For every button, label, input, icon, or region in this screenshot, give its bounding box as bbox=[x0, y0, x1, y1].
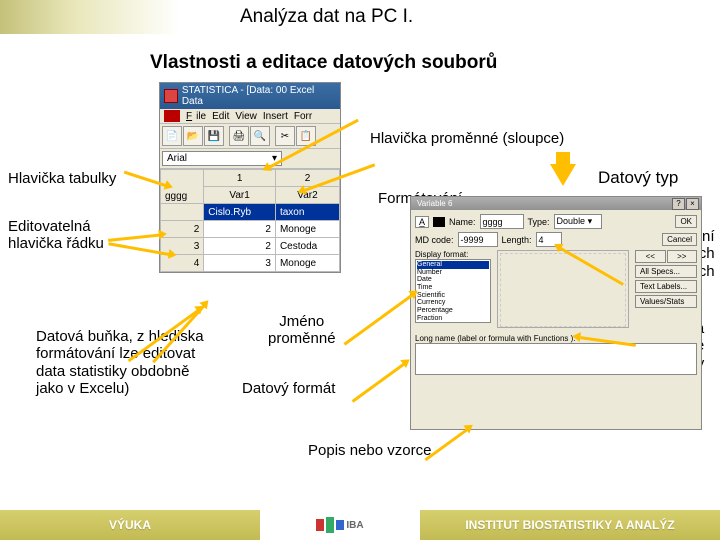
cell[interactable]: Monoge bbox=[275, 255, 339, 272]
md-input[interactable]: -9999 bbox=[458, 232, 498, 247]
font-row: Arial ▾ bbox=[160, 149, 340, 169]
new-button[interactable]: 📄 bbox=[162, 126, 182, 146]
dialog-title-bar: Variable 6 ? × bbox=[411, 197, 701, 210]
cell[interactable]: taxon bbox=[275, 204, 339, 221]
page-title-bar: Analýza dat na PC I. bbox=[0, 0, 720, 34]
long-name-label: Long name (label or formula with Functio… bbox=[415, 334, 697, 343]
format-option[interactable]: Fraction bbox=[417, 315, 489, 323]
variable-dialog: Variable 6 ? × A̲ Name: gggg Type: Doubl… bbox=[410, 196, 702, 430]
footer-right: INSTITUT BIOSTATISTIKY A ANALÝZ bbox=[420, 510, 720, 540]
app-icon bbox=[164, 89, 178, 103]
label-datovy-format: Datový formát bbox=[242, 380, 335, 397]
next-button[interactable]: >> bbox=[667, 250, 698, 263]
label-datova-bunka: Datová buňka, z hlediska formátování lze… bbox=[36, 328, 204, 397]
all-specs-button[interactable]: All Specs... bbox=[635, 265, 697, 278]
label-hlavicka-tabulky: Hlavička tabulky bbox=[8, 170, 116, 187]
cancel-button[interactable]: Cancel bbox=[662, 233, 697, 246]
label-jmeno-promenne: Jméno proměnné bbox=[268, 313, 336, 348]
menu-format[interactable]: Forr bbox=[292, 111, 314, 122]
format-option[interactable]: Currency bbox=[417, 299, 489, 307]
preview-button[interactable]: 🔍 bbox=[250, 126, 270, 146]
cell[interactable]: 3 bbox=[204, 255, 276, 272]
dialog-title: Variable 6 bbox=[413, 199, 452, 208]
format-option[interactable]: Percentage bbox=[417, 307, 489, 315]
arrow-icon bbox=[424, 426, 471, 461]
table-row: Cislo.Ryb taxon bbox=[161, 204, 340, 221]
content-area: Hlavička proměnné (sloupce) Hlavička tab… bbox=[0, 80, 720, 500]
format-option[interactable]: General bbox=[417, 261, 489, 269]
cell[interactable]: Cislo.Ryb bbox=[204, 204, 276, 221]
table-row: 2 2 Monoge bbox=[161, 221, 340, 238]
menu-insert[interactable]: Insert bbox=[261, 111, 290, 122]
label-datovy-typ: Datový typ bbox=[598, 168, 678, 188]
menu-bar[interactable]: File Edit View Insert Forr bbox=[160, 109, 340, 124]
text-labels-button[interactable]: Text Labels... bbox=[635, 280, 697, 293]
name-input[interactable]: gggg bbox=[480, 214, 524, 229]
label-editovatelna-hlavicka: Editovatelná hlavička řádku bbox=[8, 218, 104, 253]
ok-button[interactable]: OK bbox=[675, 215, 697, 228]
menu-view[interactable]: View bbox=[233, 111, 259, 122]
label-hlavicka-sloupce: Hlavička proměnné (sloupce) bbox=[370, 130, 564, 147]
window-title: STATISTICA - [Data: 00 Excel Data bbox=[182, 85, 336, 107]
menu-file[interactable]: File bbox=[184, 111, 208, 122]
format-option[interactable]: Number bbox=[417, 269, 489, 277]
doc-icon bbox=[164, 110, 180, 122]
statistica-window: STATISTICA - [Data: 00 Excel Data File E… bbox=[159, 82, 341, 273]
cell[interactable]: Cestoda bbox=[275, 238, 339, 255]
arrow-down-icon bbox=[550, 164, 576, 186]
table-row: 4 3 Monoge bbox=[161, 255, 340, 272]
arrow-icon bbox=[344, 291, 417, 345]
iba-logo: IBA bbox=[316, 517, 363, 533]
display-format-label: Display format: bbox=[415, 250, 491, 259]
window-title-bar: STATISTICA - [Data: 00 Excel Data bbox=[160, 83, 340, 109]
cut-button[interactable]: ✂ bbox=[275, 126, 295, 146]
cell[interactable]: 2 bbox=[204, 221, 276, 238]
format-option[interactable]: Scientific bbox=[417, 292, 489, 300]
label-popis-vzorce: Popis nebo vzorce bbox=[308, 442, 431, 459]
col-name-1[interactable]: Var1 bbox=[204, 187, 276, 204]
format-option[interactable]: Time bbox=[417, 284, 489, 292]
values-stats-button[interactable]: Values/Stats bbox=[635, 295, 697, 308]
row-header[interactable] bbox=[161, 204, 204, 221]
long-name-input[interactable] bbox=[415, 343, 697, 375]
type-input[interactable]: Double ▾ bbox=[554, 214, 602, 229]
page-title: Analýza dat na PC I. bbox=[240, 6, 413, 28]
footer-logo-area: IBA bbox=[260, 510, 420, 540]
footer-left: VÝUKA bbox=[0, 510, 260, 540]
page-subtitle: Vlastnosti a editace datových souborů bbox=[150, 52, 720, 74]
menu-edit[interactable]: Edit bbox=[210, 111, 231, 122]
close-button[interactable]: × bbox=[686, 198, 699, 210]
prev-button[interactable]: << bbox=[635, 250, 666, 263]
cell[interactable]: 2 bbox=[204, 238, 276, 255]
help-button[interactable]: ? bbox=[672, 198, 685, 210]
font-name: Arial bbox=[167, 153, 187, 164]
col-num-2[interactable]: 2 bbox=[275, 170, 339, 187]
arrow-icon bbox=[108, 233, 164, 242]
arrow-icon bbox=[352, 360, 409, 402]
save-button[interactable]: 💾 bbox=[204, 126, 224, 146]
footer: VÝUKA IBA INSTITUT BIOSTATISTIKY A ANALÝ… bbox=[0, 510, 720, 540]
format-option[interactable]: Date bbox=[417, 276, 489, 284]
cell[interactable]: Monoge bbox=[275, 221, 339, 238]
print-button[interactable]: 🖨 bbox=[229, 126, 249, 146]
format-listbox[interactable]: General Number Date Time Scientific Curr… bbox=[415, 259, 491, 323]
table-row: 3 2 Cestoda bbox=[161, 238, 340, 255]
open-button[interactable]: 📂 bbox=[183, 126, 203, 146]
